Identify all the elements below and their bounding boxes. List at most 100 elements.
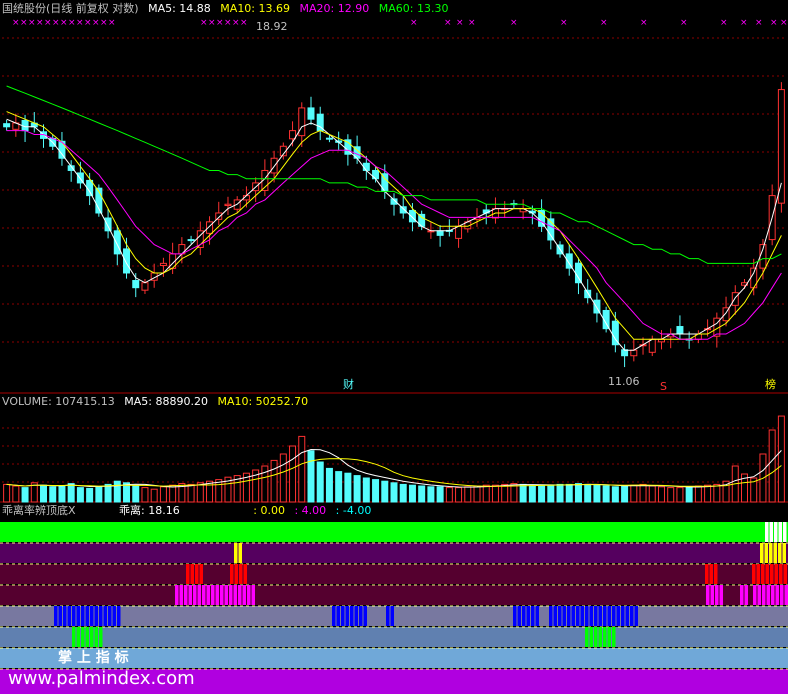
marker-bang: 榜 <box>765 377 776 391</box>
volume-bar <box>676 487 684 503</box>
volume-bar <box>547 484 555 503</box>
marker-s: S <box>660 380 667 393</box>
volume-bar <box>113 480 121 503</box>
candle-body <box>372 169 380 180</box>
signal-block <box>616 606 620 626</box>
signal-block <box>756 564 760 584</box>
signal-block <box>224 585 228 605</box>
cross-marker: × <box>68 18 76 28</box>
cross-marker: × <box>92 18 100 28</box>
signal-block <box>625 606 629 626</box>
signal-block <box>607 627 611 647</box>
signal-block <box>761 564 765 584</box>
signal-block <box>603 606 607 626</box>
signal-block <box>211 585 215 605</box>
signal-block <box>350 606 354 626</box>
volume-bar <box>187 483 195 503</box>
signal-block <box>94 606 98 626</box>
stock-chart[interactable]: × × × × × × × × × × × × × × × × × × × × × × × × × × × × × × × × × 18.921… <box>0 0 788 694</box>
volume-bar <box>538 485 546 503</box>
signal-block <box>562 606 566 626</box>
signal-block <box>85 606 89 626</box>
candle-body <box>289 130 297 140</box>
signal-block <box>765 564 769 584</box>
indicator-band <box>0 627 788 647</box>
cross-marker: × <box>560 18 568 28</box>
ma10-line <box>6 111 782 340</box>
signal-block <box>108 606 112 626</box>
signal-block <box>99 627 103 647</box>
volume-bar <box>574 483 582 503</box>
cross-marker: × <box>456 18 464 28</box>
signal-block <box>594 606 598 626</box>
volume-bar <box>667 487 675 503</box>
signal-block <box>233 585 237 605</box>
signal-block <box>243 564 247 584</box>
signal-block <box>354 606 358 626</box>
volume-bar <box>40 484 48 503</box>
signal-block <box>598 606 602 626</box>
candle-body <box>436 230 444 236</box>
cross-marker: × <box>680 18 688 28</box>
volume-bar <box>685 486 693 503</box>
signal-block <box>76 627 80 647</box>
signal-block <box>513 606 517 626</box>
candle-body <box>104 217 112 232</box>
volume-bar <box>639 483 647 503</box>
signal-block <box>58 606 62 626</box>
cross-marker: × <box>100 18 108 28</box>
volume-bar <box>584 483 592 503</box>
high-price-label: 18.92 <box>256 20 288 33</box>
signal-block <box>634 606 638 626</box>
signal-block <box>517 606 521 626</box>
candle-body <box>574 262 582 284</box>
signal-block <box>117 606 121 626</box>
signal-block <box>621 606 625 626</box>
signal-block <box>220 585 224 605</box>
signal-block <box>607 606 611 626</box>
signal-block <box>526 606 530 626</box>
signal-block <box>769 543 773 563</box>
signal-block <box>784 585 788 605</box>
signal-block <box>195 564 199 584</box>
signal-block <box>744 585 748 605</box>
cross-marker: × <box>84 18 92 28</box>
signal-block <box>112 606 116 626</box>
cross-marker: × <box>232 18 240 28</box>
signal-block <box>199 564 203 584</box>
signal-block <box>783 564 787 584</box>
signal-block <box>85 627 89 647</box>
volume-bar <box>307 450 315 503</box>
volume-bar <box>344 472 352 503</box>
signal-block <box>553 606 557 626</box>
signal-block <box>773 543 777 563</box>
signal-block <box>247 585 251 605</box>
volume-ma5-line <box>6 448 782 488</box>
volume-bar <box>12 485 20 503</box>
candle-body <box>307 107 315 120</box>
signal-block <box>709 564 713 584</box>
signal-block <box>81 627 85 647</box>
signal-block <box>705 564 709 584</box>
candle-body <box>455 225 463 239</box>
cross-marker: × <box>12 18 20 28</box>
watermark-url: www.palmindex.com <box>8 668 195 689</box>
signal-block <box>94 627 98 647</box>
signal-block <box>215 585 219 605</box>
volume-bar <box>58 485 66 503</box>
signal-block <box>175 585 179 605</box>
signal-block <box>778 543 782 563</box>
signal-block <box>229 585 233 605</box>
signal-block <box>740 585 744 605</box>
signal-block <box>760 543 764 563</box>
volume-bar <box>556 483 564 503</box>
signal-block <box>612 606 616 626</box>
candle-body <box>676 326 684 335</box>
volume-bar <box>86 487 94 503</box>
volume-bar <box>694 485 702 503</box>
signal-block <box>72 606 76 626</box>
volume-bar <box>713 483 721 503</box>
volume-bar <box>372 479 380 503</box>
cross-marker: × <box>60 18 68 28</box>
signal-block <box>753 585 757 605</box>
